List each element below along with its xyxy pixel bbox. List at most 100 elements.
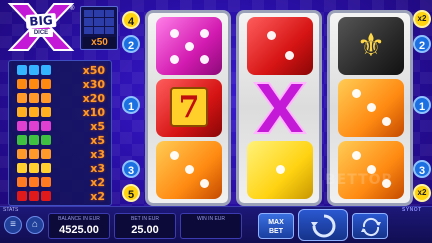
logo-dice-text: DICE bbox=[29, 29, 53, 37]
paytable-die-icon bbox=[17, 191, 27, 201]
bet-label: BET IN EUR bbox=[131, 216, 159, 222]
jackpot-grid bbox=[84, 10, 114, 34]
paytable-row: x2 bbox=[13, 190, 109, 203]
paytable: x50 x30 x20 x10 x5 x5 x3 x3 x2 x2 bbox=[8, 60, 112, 206]
paytable-multiplier: x10 bbox=[82, 106, 105, 119]
paytable-die-icon bbox=[17, 177, 27, 187]
paytable-multiplier: x5 bbox=[90, 134, 105, 147]
paytable-die-icon bbox=[17, 149, 27, 159]
game-logo: BIG DICE ® bbox=[6, 2, 76, 52]
paytable-die-icon bbox=[17, 121, 27, 131]
paytable-die-icon bbox=[41, 177, 51, 187]
paytable-row: x20 bbox=[13, 92, 109, 105]
paytable-die-icon bbox=[29, 65, 39, 75]
paytable-die-icon bbox=[17, 135, 27, 145]
seven-die-icon: 7 bbox=[156, 79, 222, 137]
paytable-row: x5 bbox=[13, 120, 109, 133]
red-die-icon bbox=[247, 17, 313, 75]
paytable-die-icon bbox=[29, 93, 39, 103]
payline-left-1[interactable]: 1 bbox=[122, 96, 140, 114]
paytable-die-icon bbox=[29, 149, 39, 159]
paytable-die-icon bbox=[17, 107, 27, 117]
reel-2 bbox=[236, 10, 322, 206]
payline-left-2[interactable]: 2 bbox=[122, 35, 140, 53]
win-label: WIN IN EUR bbox=[196, 216, 226, 222]
registered-mark: ® bbox=[70, 6, 75, 12]
jackpot-cell bbox=[94, 10, 104, 18]
paytable-die-icon bbox=[17, 93, 27, 103]
jackpot-cell bbox=[104, 10, 114, 18]
jackpot-cell bbox=[104, 26, 114, 34]
paytable-die-icon bbox=[41, 107, 51, 117]
home-button[interactable]: ⌂ bbox=[26, 216, 44, 234]
jackpot-cell bbox=[94, 26, 104, 34]
jackpot-cell bbox=[84, 18, 94, 26]
reel-1: 7 bbox=[145, 10, 231, 206]
spin-button[interactable] bbox=[298, 209, 348, 241]
paytable-multiplier: x5 bbox=[90, 120, 105, 133]
bet-value: 25.00 bbox=[131, 224, 159, 236]
payline-left-4[interactable]: 4 bbox=[122, 11, 140, 29]
orange-die-icon bbox=[338, 141, 404, 199]
paytable-multiplier: x3 bbox=[90, 148, 105, 161]
paytable-multiplier: x3 bbox=[90, 162, 105, 175]
paytable-row: x3 bbox=[13, 162, 109, 175]
paytable-die-icon bbox=[41, 65, 51, 75]
payline-left-3[interactable]: 3 bbox=[122, 160, 140, 178]
orange-die-icon bbox=[338, 79, 404, 137]
paytable-multiplier: x20 bbox=[82, 92, 105, 105]
stats-label[interactable]: STATS bbox=[3, 207, 18, 213]
win-field: WIN IN EUR bbox=[180, 213, 242, 239]
big-x-wild-icon bbox=[247, 79, 313, 137]
paytable-die-icon bbox=[29, 163, 39, 173]
paytable-die-icon bbox=[41, 79, 51, 89]
orange-die-icon bbox=[156, 141, 222, 199]
max-bet-label-line1: MAX bbox=[268, 219, 284, 226]
paytable-row: x3 bbox=[13, 148, 109, 161]
balance-label: BALANCE IN EUR bbox=[58, 216, 100, 222]
fleur-de-lis-icon: ⚜ bbox=[338, 17, 404, 75]
paytable-row: x50 bbox=[13, 64, 109, 77]
paytable-row: x30 bbox=[13, 78, 109, 91]
spin-icon bbox=[311, 214, 336, 238]
max-bet-button[interactable]: MAX BET bbox=[258, 213, 294, 239]
paytable-die-icon bbox=[29, 107, 39, 117]
paytable-die-icon bbox=[41, 163, 51, 173]
logo-big-text: BIG bbox=[25, 12, 57, 30]
watermark: BETTOR bbox=[325, 172, 394, 188]
autoplay-button[interactable] bbox=[352, 213, 388, 239]
paytable-die-icon bbox=[17, 65, 27, 75]
paytable-row: x2 bbox=[13, 176, 109, 189]
balance-value: 4525.00 bbox=[59, 224, 99, 236]
provider-brand: SYNOT bbox=[402, 207, 422, 213]
pink-die-icon bbox=[156, 17, 222, 75]
paytable-die-icon bbox=[41, 191, 51, 201]
autoplay-icon bbox=[361, 217, 381, 237]
paytable-die-icon bbox=[29, 121, 39, 131]
payline-left-5[interactable]: 5 bbox=[122, 184, 140, 202]
paytable-die-icon bbox=[17, 79, 27, 89]
jackpot-cell bbox=[84, 26, 94, 34]
paytable-die-icon bbox=[29, 135, 39, 145]
balance-field: BALANCE IN EUR 4525.00 bbox=[48, 213, 110, 239]
max-bet-label-line2: BET bbox=[269, 228, 283, 235]
jackpot-cell bbox=[94, 18, 104, 26]
menu-button[interactable]: ≡ bbox=[4, 216, 22, 234]
paytable-multiplier: x2 bbox=[90, 190, 105, 203]
yellow-die-icon bbox=[247, 141, 313, 199]
paytable-row: x10 bbox=[13, 106, 109, 119]
paytable-die-icon bbox=[41, 135, 51, 145]
paytable-multiplier: x50 bbox=[82, 64, 105, 77]
paytable-die-icon bbox=[29, 79, 39, 89]
jackpot-multiplier: x50 bbox=[83, 37, 116, 48]
bet-field[interactable]: BET IN EUR 25.00 bbox=[114, 213, 176, 239]
jackpot-indicator: x50 bbox=[80, 6, 118, 50]
jackpot-cell bbox=[104, 18, 114, 26]
paytable-multiplier: x30 bbox=[82, 78, 105, 91]
paytable-die-icon bbox=[41, 121, 51, 131]
paytable-die-icon bbox=[17, 163, 27, 173]
paytable-die-icon bbox=[41, 149, 51, 159]
jackpot-cell bbox=[84, 10, 94, 18]
paytable-die-icon bbox=[29, 177, 39, 187]
paytable-row: x5 bbox=[13, 134, 109, 147]
